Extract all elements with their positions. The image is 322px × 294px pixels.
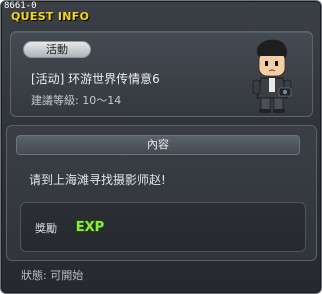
content-header: 內容 [16, 135, 300, 155]
quest-info-window: 8661-0 QUEST INFO 活動 [活动] 环游世界传情意6 建議等級:… [0, 0, 322, 294]
npc-portrait-icon [252, 39, 292, 113]
quest-name: [活动] 环游世界传情意6 [31, 72, 160, 86]
reward-box: 獎勵 EXP [20, 202, 306, 252]
exp-text: EXP [76, 220, 104, 235]
quest-description: 请到上海滩寻找摄影师赵! [29, 173, 166, 187]
quest-category-badge: 活動 [23, 41, 91, 58]
quest-content-panel: 內容 请到上海滩寻找摄影师赵! 獎勵 EXP [6, 125, 317, 261]
window-title[interactable]: QUEST INFO [11, 10, 89, 23]
exp-icon: EXP [75, 219, 105, 235]
reward-label: 獎勵 [35, 222, 57, 235]
recommended-level: 建議等級: 10～14 [31, 94, 122, 107]
quest-status: 狀態: 可開始 [21, 269, 84, 282]
quest-summary-panel: 活動 [活动] 环游世界传情意6 建議等級: 10～14 [10, 31, 313, 117]
